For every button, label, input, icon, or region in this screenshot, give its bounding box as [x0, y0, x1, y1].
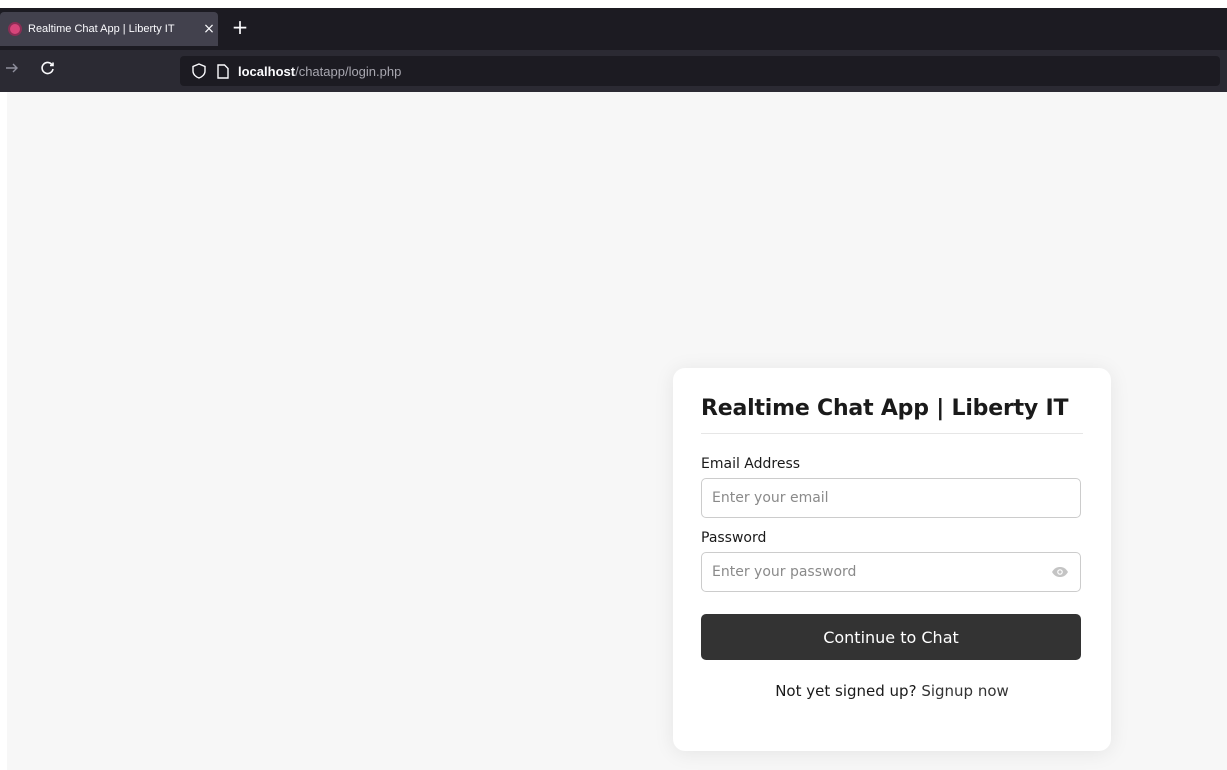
nav-bar: localhost/chatapp/login.php [0, 50, 1227, 92]
password-wrapper [701, 552, 1081, 592]
continue-button[interactable]: Continue to Chat [701, 614, 1081, 660]
login-card: Realtime Chat App | Liberty IT Email Add… [673, 368, 1111, 751]
signup-link[interactable]: Signup now [921, 682, 1008, 700]
tab-realtime-chat[interactable]: Realtime Chat App | Liberty IT × [0, 12, 218, 46]
tab-close-icon[interactable]: × [200, 21, 218, 37]
url-path: /chatapp/login.php [295, 63, 402, 79]
browser-chrome: Realtime Chat App | Liberty IT × + local… [0, 8, 1227, 92]
reload-icon[interactable] [36, 59, 60, 83]
signup-line: Not yet signed up? Signup now [701, 682, 1083, 700]
email-label: Email Address [701, 456, 801, 472]
favicon-icon [8, 22, 22, 36]
signup-prompt: Not yet signed up? [775, 682, 917, 700]
email-field[interactable] [701, 478, 1081, 518]
tab-strip: Realtime Chat App | Liberty IT × + [0, 8, 1227, 50]
new-tab-button[interactable]: + [228, 16, 252, 40]
card-title: Realtime Chat App | Liberty IT [701, 396, 1083, 434]
shield-icon[interactable] [188, 60, 210, 82]
forward-icon[interactable] [0, 59, 24, 83]
tab-title: Realtime Chat App | Liberty IT [28, 23, 175, 35]
eye-icon[interactable] [1051, 564, 1069, 580]
page-icon[interactable] [212, 60, 234, 82]
password-label: Password [701, 530, 767, 546]
password-field[interactable] [701, 552, 1081, 592]
url-host: localhost [238, 63, 296, 79]
page-content: Realtime Chat App | Liberty IT Email Add… [7, 92, 1227, 770]
url-text[interactable]: localhost/chatapp/login.php [238, 64, 401, 79]
url-bar[interactable]: localhost/chatapp/login.php [180, 56, 1220, 86]
